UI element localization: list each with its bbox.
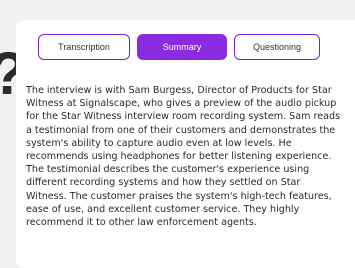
summary-text: The interview is with Sam Burgess, Direc… — [26, 85, 341, 229]
tab-summary[interactable]: Summary — [137, 34, 227, 60]
tab-bar: Transcription Summary Questioning — [38, 34, 320, 60]
tab-questioning[interactable]: Questioning — [234, 34, 320, 60]
tab-transcription[interactable]: Transcription — [38, 34, 130, 60]
summary-panel: Transcription Summary Questioning The in… — [16, 20, 355, 268]
